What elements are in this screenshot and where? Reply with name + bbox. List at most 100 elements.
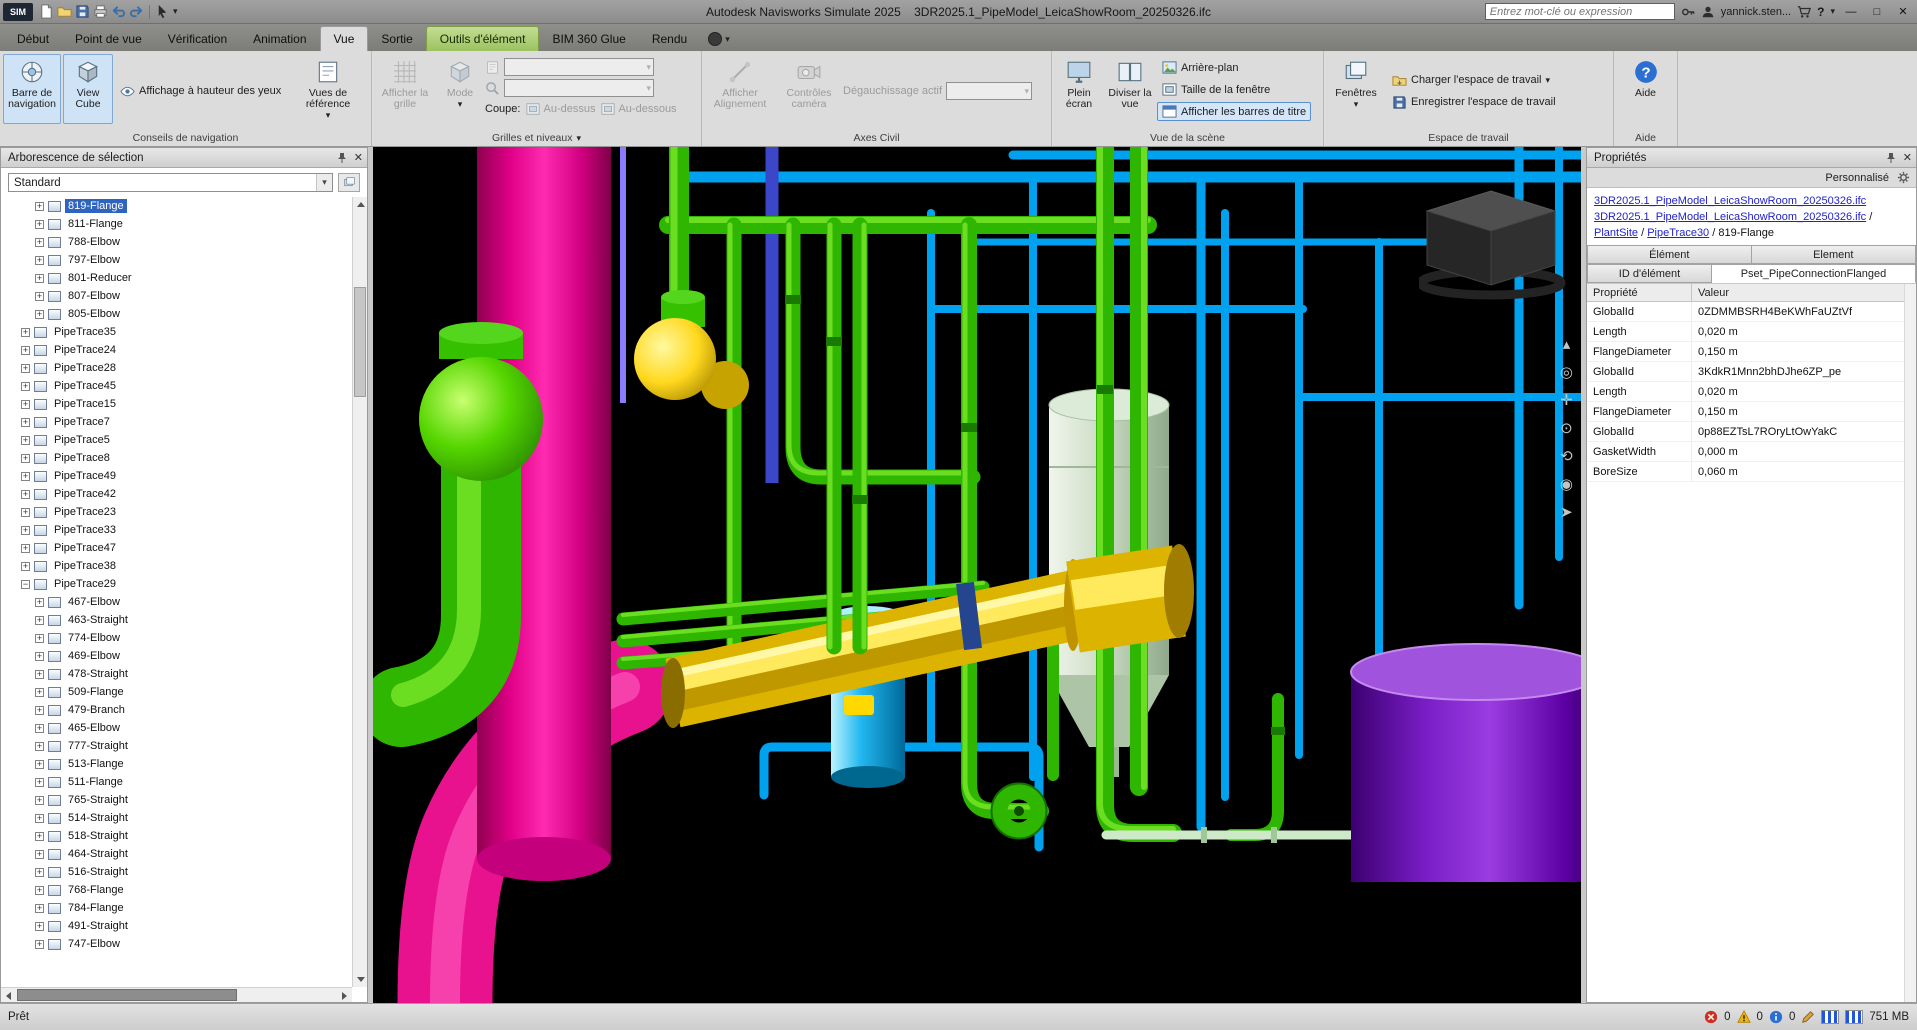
expand-icon[interactable]: + xyxy=(35,310,44,319)
tree-item-768-flange[interactable]: +768-Flange xyxy=(1,881,352,899)
print-icon[interactable] xyxy=(93,4,108,19)
pan-icon[interactable]: ✛ xyxy=(1560,393,1573,408)
ribbon-tab-d-but[interactable]: Début xyxy=(4,27,62,51)
camera-controls-button[interactable]: Contrôles caméra xyxy=(777,54,841,124)
help-icon[interactable]: ? xyxy=(1817,5,1824,19)
tab-pset-pipeconnectionflanged[interactable]: Pset_PipeConnectionFlanged xyxy=(1712,264,1916,283)
windows-button[interactable]: Fenêtres ▾ xyxy=(1327,54,1385,124)
tree-item-797-elbow[interactable]: +797-Elbow xyxy=(1,251,352,269)
tree-item-807-elbow[interactable]: +807-Elbow xyxy=(1,287,352,305)
help-dropdown-icon[interactable]: ▾ xyxy=(1830,6,1835,17)
save-workspace-button[interactable]: Enregistrer l'espace de travail xyxy=(1387,93,1561,112)
tree-item-511-flange[interactable]: +511-Flange xyxy=(1,773,352,791)
ribbon-tab-v-rification[interactable]: Vérification xyxy=(155,27,240,51)
eye-level-display-button[interactable]: Affichage à hauteur des yeux xyxy=(115,82,293,101)
background-button[interactable]: Arrière-plan xyxy=(1157,58,1311,77)
fullscreen-button[interactable]: Plein écran xyxy=(1055,54,1103,124)
tree-item-pipetrace7[interactable]: +PipeTrace7 xyxy=(1,413,352,431)
help-button[interactable]: Aide xyxy=(1623,54,1669,124)
expand-icon[interactable]: + xyxy=(35,256,44,265)
tree-item-pipetrace8[interactable]: +PipeTrace8 xyxy=(1,449,352,467)
ribbon-tab-sortie[interactable]: Sortie xyxy=(368,27,425,51)
close-button[interactable]: ✕ xyxy=(1893,3,1913,20)
tree-item-514-straight[interactable]: +514-Straight xyxy=(1,809,352,827)
tree-item-777-straight[interactable]: +777-Straight xyxy=(1,737,352,755)
render-mode-icon[interactable] xyxy=(708,32,722,46)
property-row[interactable]: Length0,020 m xyxy=(1587,382,1916,402)
split-view-button[interactable]: Diviser la vue xyxy=(1105,54,1155,124)
tree-item-518-straight[interactable]: +518-Straight xyxy=(1,827,352,845)
tree-item-469-elbow[interactable]: +469-Elbow xyxy=(1,647,352,665)
tree-item-819-flange[interactable]: +819-Flange xyxy=(1,197,352,215)
property-row[interactable]: Length0,020 m xyxy=(1587,322,1916,342)
info-icon[interactable] xyxy=(1769,1010,1783,1024)
gear-icon[interactable] xyxy=(1897,171,1910,184)
new-document-icon[interactable] xyxy=(39,4,54,19)
expand-icon[interactable]: + xyxy=(35,850,44,859)
window-size-button[interactable]: Taille de la fenêtre xyxy=(1157,80,1311,99)
dialog-launcher-icon[interactable]: ▾ xyxy=(577,130,582,146)
redo-icon[interactable] xyxy=(129,4,144,19)
tree-item-465-elbow[interactable]: +465-Elbow xyxy=(1,719,352,737)
property-row[interactable]: FlangeDiameter0,150 m xyxy=(1587,402,1916,422)
tab-overflow-dropdown-icon[interactable]: ▾ xyxy=(725,34,730,45)
property-row[interactable]: BoreSize0,060 m xyxy=(1587,462,1916,482)
tree-mode-select[interactable]: Standard ▾ xyxy=(8,173,333,192)
chevron-up-icon[interactable]: ▴ xyxy=(1563,337,1571,352)
tree-item-478-straight[interactable]: +478-Straight xyxy=(1,665,352,683)
error-icon[interactable] xyxy=(1704,1010,1718,1024)
file-link[interactable]: 3DR2025.1_PipeModel_LeicaShowRoom_202503… xyxy=(1594,195,1866,207)
tree-item-pipetrace42[interactable]: +PipeTrace42 xyxy=(1,485,352,503)
undo-icon[interactable] xyxy=(111,4,126,19)
plantsite-link[interactable]: PlantSite xyxy=(1594,227,1638,239)
tab-element-id[interactable]: ID d'élément xyxy=(1587,264,1712,283)
expand-icon[interactable]: + xyxy=(21,436,30,445)
tree-item-765-straight[interactable]: +765-Straight xyxy=(1,791,352,809)
tab-element-fr[interactable]: Élément xyxy=(1587,245,1752,264)
collapse-icon[interactable]: − xyxy=(21,580,30,589)
expand-icon[interactable]: + xyxy=(35,634,44,643)
expand-icon[interactable]: + xyxy=(35,778,44,787)
expand-icon[interactable]: + xyxy=(35,292,44,301)
tree-item-805-elbow[interactable]: +805-Elbow xyxy=(1,305,352,323)
tree-item-491-straight[interactable]: +491-Straight xyxy=(1,917,352,935)
viewcube-button[interactable]: View Cube xyxy=(63,54,113,124)
expand-icon[interactable]: + xyxy=(35,598,44,607)
expand-icon[interactable]: + xyxy=(21,382,30,391)
sign-in-key-icon[interactable] xyxy=(1681,5,1695,19)
expand-icon[interactable]: + xyxy=(21,346,30,355)
expand-icon[interactable]: + xyxy=(35,724,44,733)
scrollbar-thumb[interactable] xyxy=(17,989,237,1001)
expand-icon[interactable]: + xyxy=(35,220,44,229)
tree-item-pipetrace49[interactable]: +PipeTrace49 xyxy=(1,467,352,485)
pin-icon[interactable] xyxy=(336,152,348,164)
grid-level-combo[interactable]: ▾ xyxy=(504,58,654,76)
ribbon-tab-point-de-vue[interactable]: Point de vue xyxy=(62,27,155,51)
open-file-icon[interactable] xyxy=(57,4,72,19)
tree-item-pipetrace28[interactable]: +PipeTrace28 xyxy=(1,359,352,377)
expand-icon[interactable]: + xyxy=(35,940,44,949)
expand-icon[interactable]: + xyxy=(21,508,30,517)
zoom-icon[interactable]: ⊙ xyxy=(1560,421,1573,436)
warning-icon[interactable] xyxy=(1737,1010,1751,1024)
tree-item-784-flange[interactable]: +784-Flange xyxy=(1,899,352,917)
tree-item-509-flange[interactable]: +509-Flange xyxy=(1,683,352,701)
app-store-cart-icon[interactable] xyxy=(1797,5,1811,19)
property-row[interactable]: GlobalId0ZDMMBSRH4BeKWhFaUZtVf xyxy=(1587,302,1916,322)
expand-icon[interactable]: + xyxy=(35,760,44,769)
tree-item-788-elbow[interactable]: +788-Elbow xyxy=(1,233,352,251)
select-cursor-icon[interactable] xyxy=(155,4,170,19)
tree-item-pipetrace47[interactable]: +PipeTrace47 xyxy=(1,539,352,557)
tree-item-513-flange[interactable]: +513-Flange xyxy=(1,755,352,773)
property-row[interactable]: FlangeDiameter0,150 m xyxy=(1587,342,1916,362)
property-row[interactable]: GlobalId3KdkR1Mnn2bhDJhe6ZP_pe xyxy=(1587,362,1916,382)
ribbon-tab-animation[interactable]: Animation xyxy=(240,27,319,51)
expand-icon[interactable]: + xyxy=(35,832,44,841)
tree-item-pipetrace24[interactable]: +PipeTrace24 xyxy=(1,341,352,359)
tree-item-pipetrace5[interactable]: +PipeTrace5 xyxy=(1,431,352,449)
tree-item-464-straight[interactable]: +464-Straight xyxy=(1,845,352,863)
scene-viewport[interactable]: .cp{stroke:#00a2f0;fill:none;stroke-line… xyxy=(373,147,1581,1003)
tree-item-pipetrace45[interactable]: +PipeTrace45 xyxy=(1,377,352,395)
expand-icon[interactable]: + xyxy=(35,652,44,661)
pipetrace-link[interactable]: PipeTrace30 xyxy=(1647,227,1709,239)
